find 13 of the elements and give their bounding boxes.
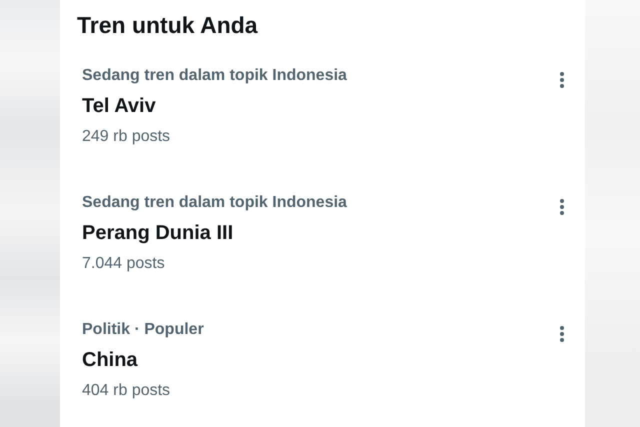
post-count: 249 rb posts <box>82 128 172 146</box>
trend-category: Sedang tren dalam topik Indonesia <box>82 67 347 85</box>
trend-topic[interactable]: Perang Dunia III <box>82 222 347 245</box>
section-title: Tren untuk Anda <box>77 12 259 39</box>
trend-topic[interactable]: China <box>82 349 204 372</box>
trend-category: Sedang tren dalam topik Indonesia <box>82 194 347 212</box>
trend-topic[interactable]: Tel Aviv <box>82 95 347 118</box>
trend-category: Politik · Populer <box>82 321 204 339</box>
more-options-icon[interactable] <box>559 71 565 89</box>
more-options-icon[interactable] <box>559 325 565 343</box>
more-options-icon[interactable] <box>559 198 565 216</box>
post-count: 7.044 posts <box>82 255 166 273</box>
post-count: 404 rb posts <box>82 382 172 400</box>
